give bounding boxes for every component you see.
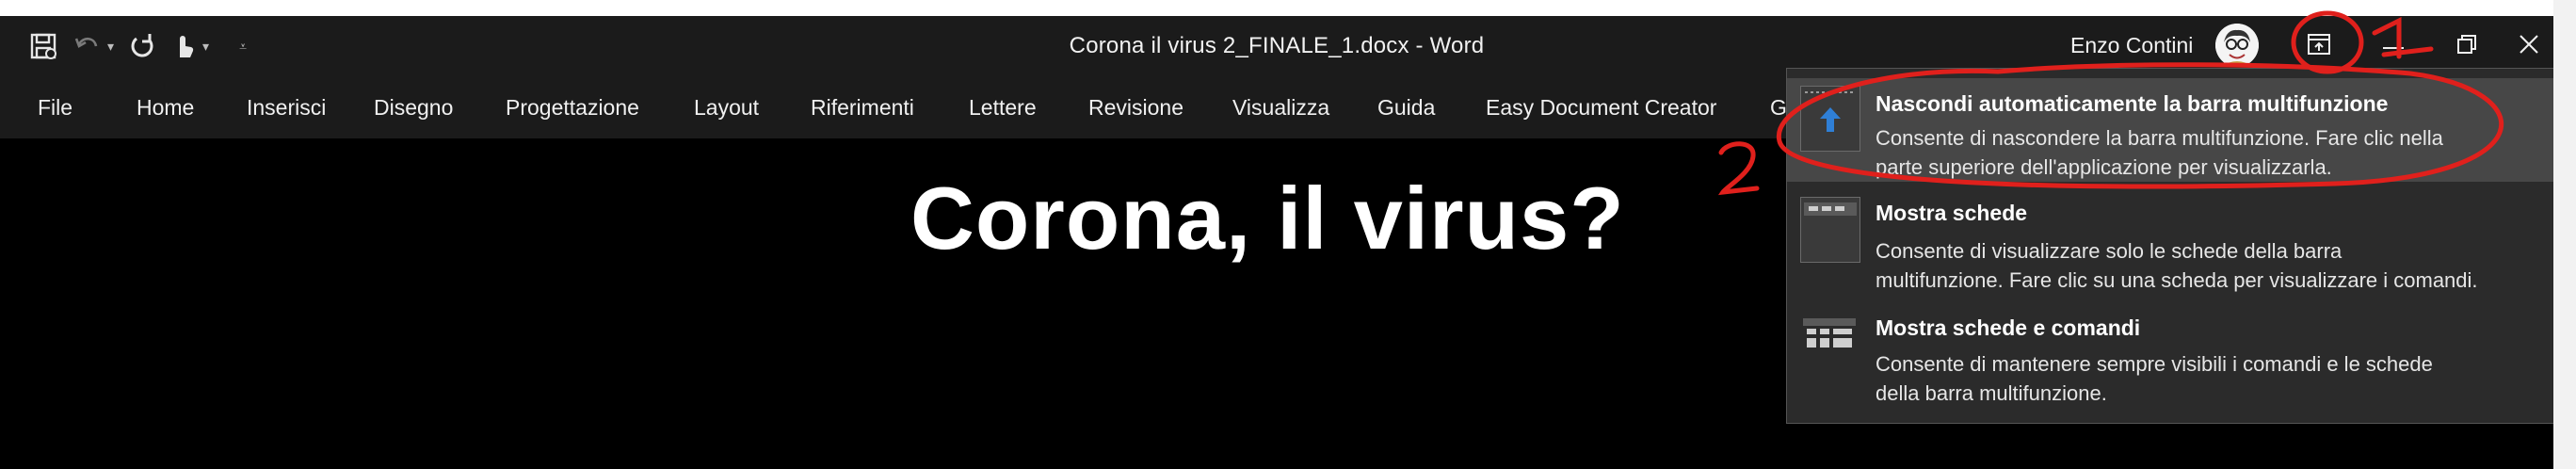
close-icon [2519, 34, 2539, 59]
word-window: ▾ ▾ ⩡ Corona il virus 2_FINALE_1.docx - … [0, 0, 2571, 469]
tab-file[interactable]: File [38, 95, 72, 121]
menu-item-description: Consente di nascondere la barra multifun… [1876, 126, 2443, 150]
tab-guida[interactable]: Guida [1377, 95, 1435, 121]
menu-item-title: Mostra schede [1876, 201, 2028, 225]
menu-item-description: Consente di mantenere sempre visibili i … [1876, 352, 2433, 376]
menu-item-description: della barra multifunzione. [1876, 381, 2107, 405]
minimize-icon [2383, 38, 2404, 55]
ribbon-display-options-icon [2307, 33, 2331, 60]
tab-visualizza[interactable]: Visualizza [1232, 95, 1329, 121]
tab-revisione[interactable]: Revisione [1088, 95, 1183, 121]
restore-icon [2456, 34, 2477, 59]
screen-top-edge [0, 0, 2576, 16]
tab-easy-document-creator[interactable]: Easy Document Creator [1486, 95, 1716, 121]
account-name[interactable]: Enzo Contini [2070, 33, 2193, 58]
menu-item-show-tabs-and-commands[interactable]: Mostra schede e comandi Consente di mant… [1787, 306, 2570, 417]
tab-truncated[interactable]: G [1770, 95, 1787, 121]
tab-home[interactable]: Home [137, 95, 194, 121]
auto-hide-ribbon-icon [1800, 86, 1860, 152]
avatar[interactable] [2215, 24, 2259, 67]
menu-item-title: Nascondi automaticamente la barra multif… [1876, 91, 2389, 116]
menu-item-description: parte superiore dell'applicazione per vi… [1876, 155, 2332, 179]
show-tabs-icon [1800, 197, 1860, 263]
menu-item-description: multifunzione. Fare clic su una scheda p… [1876, 268, 2478, 292]
menu-item-title: Mostra schede e comandi [1876, 315, 2141, 340]
show-tabs-and-commands-icon [1800, 314, 1860, 380]
tab-progettazione[interactable]: Progettazione [506, 95, 639, 121]
tab-riferimenti[interactable]: Riferimenti [811, 95, 914, 121]
tab-disegno[interactable]: Disegno [374, 95, 453, 121]
menu-item-show-tabs[interactable]: Mostra schede Consente di visualizzare s… [1787, 189, 2570, 300]
tab-lettere[interactable]: Lettere [969, 95, 1037, 121]
tab-layout[interactable]: Layout [694, 95, 759, 121]
tab-inserisci[interactable]: Inserisci [247, 95, 326, 121]
menu-item-description: Consente di visualizzare solo le schede … [1876, 239, 2343, 263]
menu-item-auto-hide-ribbon[interactable]: Nascondi automaticamente la barra multif… [1787, 78, 2570, 182]
screen-right-edge [2553, 0, 2576, 469]
ribbon-display-options-menu: Nascondi automaticamente la barra multif… [1786, 68, 2571, 424]
